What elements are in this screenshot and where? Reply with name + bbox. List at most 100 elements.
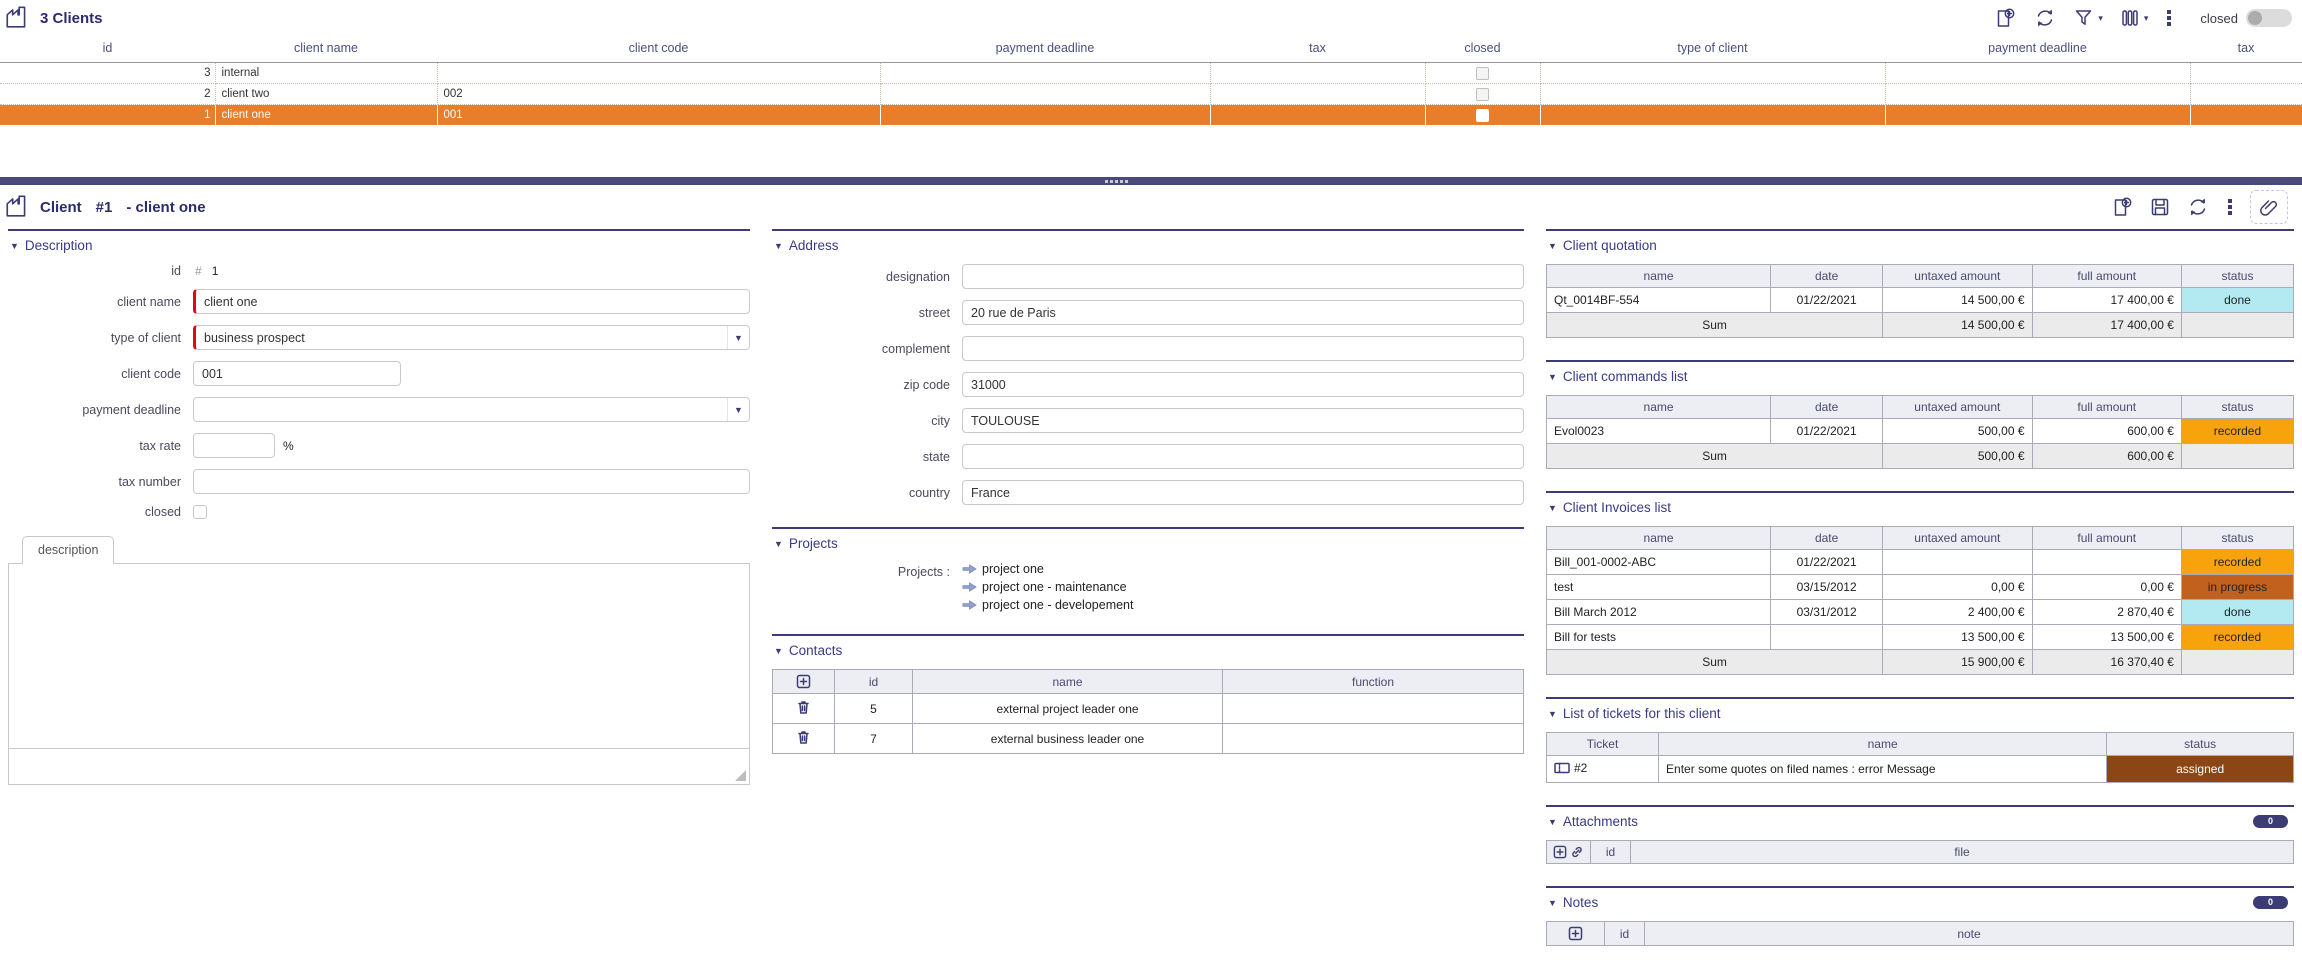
attachments-section: ▼ Attachments 0 id file [1546, 805, 2294, 864]
client-row-3[interactable]: 3 internal [0, 63, 2302, 84]
field-client-code: client code [8, 361, 750, 386]
country-input[interactable] [962, 480, 1524, 505]
tax-number-input[interactable] [193, 469, 750, 494]
link-attachment-icon[interactable] [1570, 845, 1584, 859]
status-badge: recorded [2181, 550, 2293, 575]
section-attachments[interactable]: ▼ Attachments 0 [1546, 805, 2294, 840]
refresh-icon[interactable] [2186, 195, 2210, 219]
section-description[interactable]: ▼ Description [8, 229, 750, 264]
attachment-drop-zone[interactable] [2250, 190, 2288, 224]
tab-description[interactable]: description [22, 536, 114, 564]
zip-code-input[interactable] [962, 372, 1524, 397]
client-code-input[interactable] [193, 361, 401, 386]
invoice-row[interactable]: Bill March 2012 03/31/2012 2 400,00 € 2 … [1547, 600, 2294, 625]
section-contacts[interactable]: ▼ Contacts [772, 634, 1524, 669]
save-icon[interactable] [2149, 196, 2171, 218]
section-projects[interactable]: ▼ Projects [772, 527, 1524, 562]
col-header-closed[interactable]: closed [1425, 36, 1540, 63]
cell-client-code [437, 63, 880, 84]
designation-input[interactable] [962, 264, 1524, 289]
chevron-down-icon[interactable]: ▼ [727, 326, 749, 349]
project-link-1[interactable]: project one [962, 562, 1133, 576]
sum-label: Sum [1547, 650, 1883, 675]
col-header-tax[interactable]: tax [1210, 36, 1425, 63]
col-header-id[interactable]: id [0, 36, 215, 63]
command-row[interactable]: Evol0023 01/22/2021 500,00 € 600,00 € re… [1547, 419, 2294, 444]
client-row-1-selected[interactable]: 1 client one 001 [0, 105, 2302, 126]
description-textarea[interactable] [9, 564, 749, 748]
columns-icon[interactable]: ▾ [2119, 7, 2149, 29]
ticket-row[interactable]: #2 Enter some quotes on filed names : er… [1547, 756, 2294, 783]
chevron-down-icon[interactable]: ▼ [727, 398, 749, 421]
address-section: ▼ Address designation street complement … [772, 229, 1524, 505]
col-header-tax-2[interactable]: tax [2190, 36, 2302, 63]
project-link-2[interactable]: project one - maintenance [962, 580, 1133, 594]
col-header-type-of-client[interactable]: type of client [1540, 36, 1885, 63]
type-of-client-select[interactable]: business prospect ▼ [193, 325, 750, 350]
street-input[interactable] [962, 300, 1524, 325]
notes-table: id note [1546, 921, 2294, 946]
section-notes[interactable]: ▼ Notes 0 [1546, 886, 2294, 921]
add-attachment-button[interactable] [1553, 845, 1567, 859]
col-header-payment-deadline[interactable]: payment deadline [880, 36, 1210, 63]
col-header-payment-deadline-2[interactable]: payment deadline [1885, 36, 2190, 63]
notes-section: ▼ Notes 0 id note [1546, 886, 2294, 946]
contact-row[interactable]: 7 external business leader one [773, 724, 1524, 754]
delete-contact-icon[interactable] [796, 729, 811, 745]
invoice-row[interactable]: test 03/15/2012 0,00 € 0,00 € in progres… [1547, 575, 2294, 600]
more-actions-icon[interactable] [2225, 196, 2235, 218]
clients-list-header: 3 Clients ▾ ▾ closed [0, 0, 2302, 32]
refresh-icon[interactable] [2033, 6, 2057, 30]
field-closed: closed [8, 505, 750, 519]
client-row-2[interactable]: 2 client two 002 [0, 84, 2302, 105]
contact-row[interactable]: 5 external project leader one [773, 694, 1524, 724]
closed-checkbox[interactable] [1476, 88, 1489, 101]
field-payment-deadline: payment deadline ▼ [8, 397, 750, 422]
invoice-row[interactable]: Bill_001-0002-ABC 01/22/2021 recorded [1547, 550, 2294, 575]
add-contact-button[interactable] [796, 674, 811, 689]
sum-full: 16 370,40 € [2032, 650, 2181, 675]
section-client-quotation[interactable]: ▼ Client quotation [1546, 229, 2294, 264]
quotation-date: 01/22/2021 [1771, 288, 1883, 313]
cell-client-name: client two [215, 84, 437, 105]
field-label: tax number [8, 475, 193, 489]
section-address[interactable]: ▼ Address [772, 229, 1524, 264]
more-actions-icon[interactable] [2164, 7, 2174, 29]
section-client-invoices[interactable]: ▼ Client Invoices list [1546, 491, 2294, 526]
contacts-col-name: name [913, 670, 1223, 694]
col-header-client-name[interactable]: client name [215, 36, 437, 63]
closed-checkbox[interactable] [193, 505, 207, 519]
client-name-input[interactable] [193, 289, 750, 314]
tax-rate-input[interactable] [193, 433, 275, 458]
closed-toggle[interactable] [2246, 9, 2292, 27]
panel-splitter[interactable] [0, 177, 2302, 185]
quotation-row[interactable]: Qt_0014BF-554 01/22/2021 14 500,00 € 17 … [1547, 288, 2294, 313]
filter-icon[interactable]: ▾ [2073, 7, 2103, 29]
closed-checkbox[interactable] [1476, 109, 1489, 122]
delete-contact-icon[interactable] [796, 699, 811, 715]
field-label: country [772, 486, 962, 500]
payment-deadline-select[interactable]: ▼ [193, 397, 750, 422]
description-editor: description [8, 535, 750, 785]
invoice-row[interactable]: Bill for tests 13 500,00 € 13 500,00 € r… [1547, 625, 2294, 650]
resize-grip-icon[interactable] [735, 770, 746, 781]
add-note-button[interactable] [1568, 926, 1583, 941]
new-record-icon[interactable] [2111, 196, 2134, 219]
field-zip-code: zip code [772, 372, 1524, 397]
field-tax-rate: tax rate % [8, 433, 750, 458]
section-client-commands[interactable]: ▼ Client commands list [1546, 360, 2294, 395]
sum-untaxed: 14 500,00 € [1883, 313, 2032, 338]
complement-input[interactable] [962, 336, 1524, 361]
state-input[interactable] [962, 444, 1524, 469]
col-header-client-code[interactable]: client code [437, 36, 880, 63]
section-tickets[interactable]: ▼ List of tickets for this client [1546, 697, 2294, 732]
project-link-3[interactable]: project one - developement [962, 598, 1133, 612]
city-input[interactable] [962, 408, 1524, 433]
new-record-icon[interactable] [1994, 7, 2017, 30]
description-textarea-frame [8, 563, 750, 785]
collapse-caret-icon: ▼ [1548, 372, 1557, 382]
field-id: id # 1 [8, 264, 750, 278]
notes-col-note: note [1645, 922, 2294, 946]
field-label: city [772, 414, 962, 428]
closed-checkbox[interactable] [1476, 67, 1489, 80]
